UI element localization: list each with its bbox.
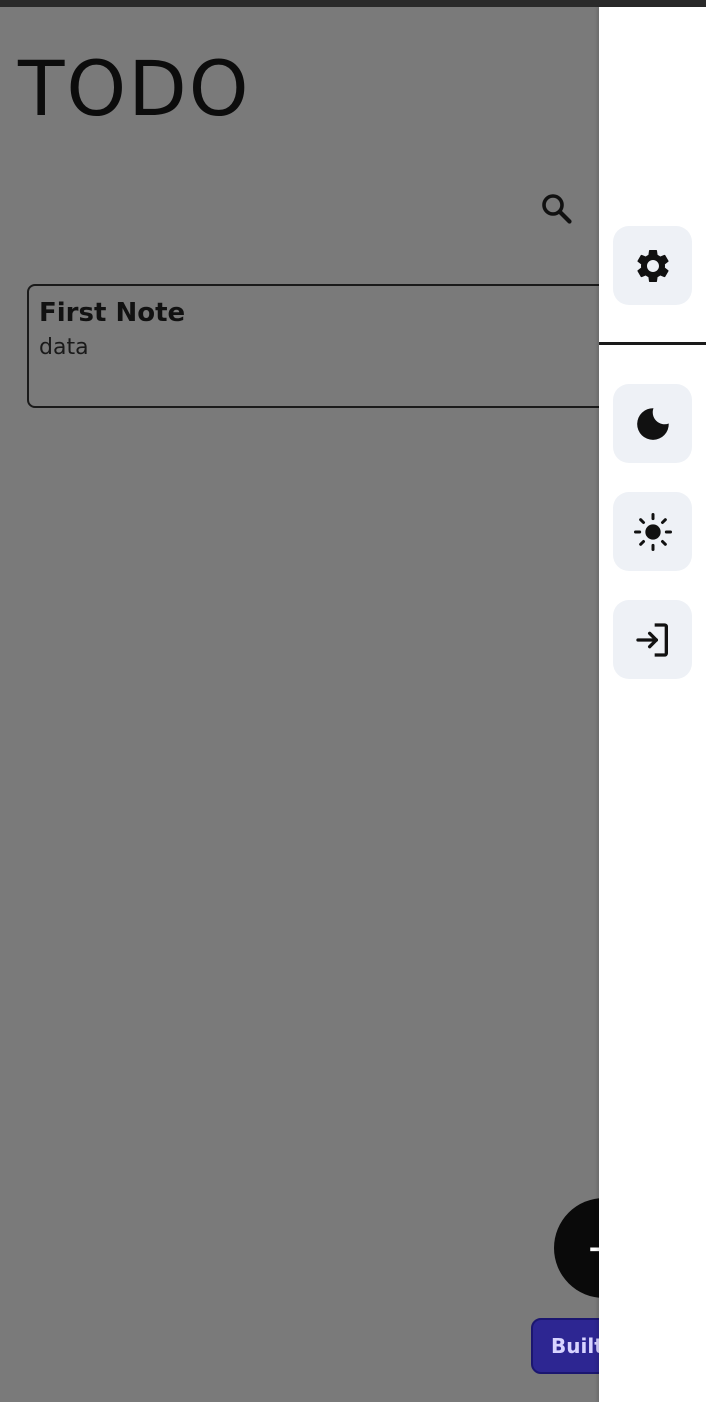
note-title: First Note (39, 298, 186, 328)
page-title: TODO (18, 44, 251, 133)
settings-button[interactable] (613, 226, 692, 305)
drawer-divider (599, 342, 706, 345)
status-bar (0, 0, 706, 7)
light-mode-button[interactable] (613, 492, 692, 571)
sun-icon (633, 512, 672, 551)
login-icon (635, 622, 668, 657)
moon-icon (636, 407, 669, 440)
gear-icon (636, 249, 669, 282)
note-card[interactable]: First Note data (27, 284, 647, 408)
login-button[interactable] (613, 600, 692, 679)
search-button[interactable] (536, 188, 576, 228)
side-drawer (599, 7, 706, 1402)
note-body: data (39, 335, 89, 360)
dark-mode-button[interactable] (613, 384, 692, 463)
search-icon (542, 194, 572, 224)
